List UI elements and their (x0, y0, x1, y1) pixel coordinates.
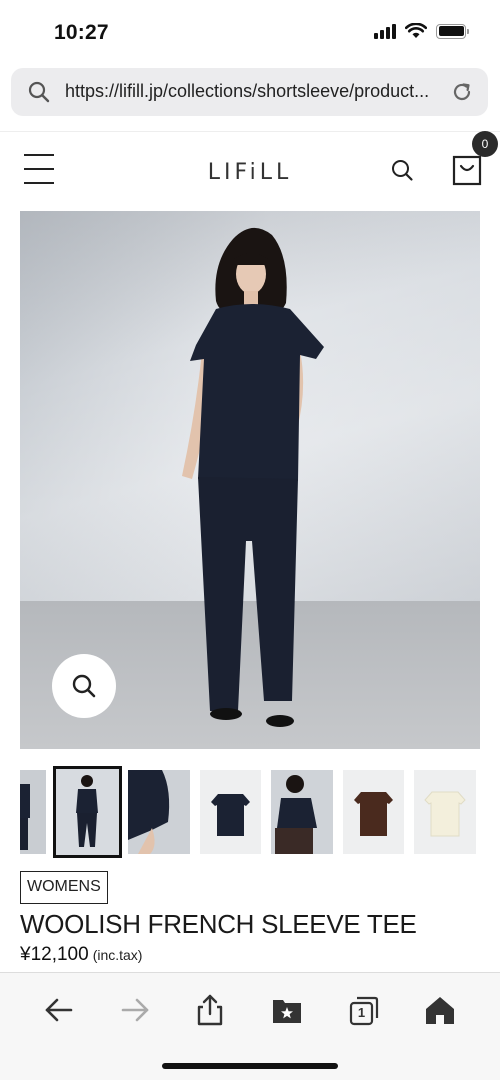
bookmarks-icon[interactable] (270, 993, 304, 1027)
thumbnail-model-upper[interactable] (271, 770, 333, 854)
thumbnail-model-front[interactable] (53, 766, 122, 858)
shopping-bag-icon[interactable] (452, 154, 482, 186)
search-icon (28, 81, 50, 103)
share-icon[interactable] (193, 993, 227, 1027)
product-title: WOOLISH FRENCH SLEEVE TEE (20, 909, 417, 939)
thumbnail-strip (0, 766, 500, 858)
home-indicator (162, 1063, 338, 1069)
price-tax-note: (inc.tax) (92, 947, 143, 963)
product-price: ¥12,100 (inc.tax) (20, 944, 142, 966)
reload-icon[interactable] (450, 80, 474, 104)
home-icon[interactable] (423, 993, 457, 1027)
status-bar: 10:27 (0, 0, 500, 62)
tabs-count: 1 (357, 1005, 366, 1020)
cellular-signal-icon (374, 23, 396, 39)
thumbnail-brown-tee[interactable] (343, 770, 404, 854)
back-arrow-icon[interactable] (42, 993, 76, 1027)
site-logo[interactable]: LIFiLL (0, 160, 500, 185)
status-icons (374, 23, 469, 39)
category-tag[interactable]: WOMENS (20, 871, 108, 904)
battery-icon (436, 23, 469, 39)
zoom-icon (72, 674, 96, 698)
address-bar[interactable]: https://lifill.jp/collections/shortsleev… (11, 68, 488, 116)
cart-count-badge: 0 (472, 131, 498, 157)
status-time: 10:27 (54, 21, 109, 44)
search-icon[interactable] (390, 158, 414, 182)
thumbnail-sleeve-detail[interactable] (128, 770, 190, 854)
thumbnail-cream-tee[interactable] (414, 770, 476, 854)
tabs-icon[interactable]: 1 (347, 993, 381, 1027)
price-value: ¥12,100 (20, 944, 89, 965)
url-text[interactable]: https://lifill.jp/collections/shortsleev… (65, 81, 455, 102)
thumbnail-navy-tee[interactable] (200, 770, 261, 854)
image-zoom-button[interactable] (52, 654, 116, 718)
site-header: LIFiLL (0, 131, 500, 211)
wifi-icon (405, 23, 427, 38)
thumbnail-model-side[interactable] (20, 770, 46, 854)
forward-arrow-icon[interactable] (118, 993, 152, 1027)
